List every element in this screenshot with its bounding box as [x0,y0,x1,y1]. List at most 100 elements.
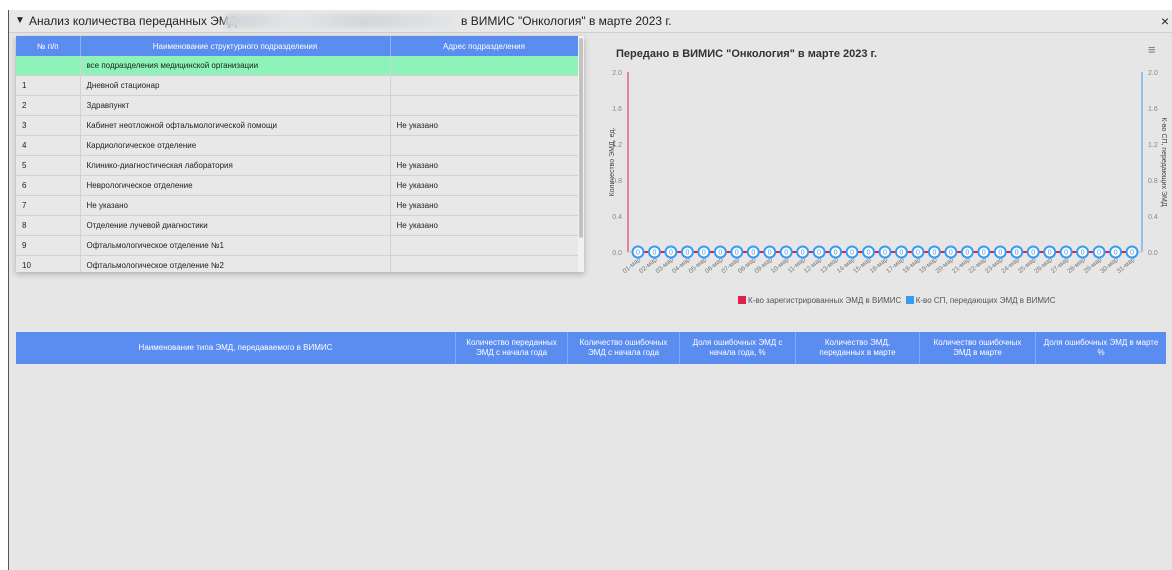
data-label: 0 [1081,250,1085,257]
cell-num: 10 [16,255,81,272]
cell-num: 7 [16,195,81,216]
data-label: 0 [751,250,755,257]
cell-num: 1 [16,75,81,96]
y-tick-label-right: 0.8 [1148,178,1158,185]
cell-address [390,75,579,96]
table-row[interactable]: 6 Неврологическое отделение Не указано [16,175,579,196]
cell-num: 9 [16,235,81,256]
cell-name: Клинико-диагностическая лаборатория [80,155,391,176]
y-tick-label-left: 0.4 [612,214,622,221]
col-header-num[interactable]: № п/п [16,36,81,56]
cell-address: Не указано [390,155,579,176]
close-icon[interactable]: × [1161,10,1169,32]
cell-address: Не указано [390,195,579,216]
data-label: 0 [834,250,838,257]
data-label: 0 [1114,250,1118,257]
x-tick-label: 31-мар [1116,256,1137,275]
legend-item-sp[interactable]: К-во СП, передающих ЭМД в ВИМИС [916,296,1056,305]
col-header-address[interactable]: Адрес подразделения [390,36,579,56]
cell-name: Отделение лучевой диагностики [80,215,391,236]
col-header-error-share-march[interactable]: Доля ошибочных ЭМД в марте % [1036,332,1166,364]
cell-address [390,235,579,256]
window-titlebar: ▼ Анализ количества переданных ЭМД в ВИМ… [9,10,1172,33]
legend-item-emd[interactable]: К-во зарегистрированных ЭМД в ВИМИС [748,296,901,305]
col-header-errors-march[interactable]: Количество ошибочных ЭМД в марте [920,332,1036,364]
cell-name: Дневной стационар [80,75,391,96]
data-label: 0 [867,250,871,257]
table-row[interactable]: 3 Кабинет неотложной офтальмологической п… [16,115,579,136]
redacted-org-name [225,14,459,28]
subdivision-table-panel: № п/п Наименование структурного подразде… [16,36,584,272]
y-tick-label-left: 0.0 [612,250,622,257]
cell-name: Кардиологическое отделение [80,135,391,156]
cell-num: 6 [16,175,81,196]
data-label: 0 [718,250,722,257]
collapse-icon[interactable]: ▼ [15,10,25,32]
table-scrollbar[interactable] [578,36,584,272]
data-label: 0 [702,250,706,257]
legend-swatch-blue [905,296,914,304]
data-label: 0 [784,250,788,257]
menu-icon[interactable]: ≡ [1148,42,1156,57]
y-tick-label-left: 2.0 [612,70,622,77]
cell-name: Не указано [80,195,391,216]
data-label: 0 [685,250,689,257]
table-row-all[interactable]: все подразделения медицинской организаци… [16,56,579,76]
x-tick-label: 10-мар [770,256,791,275]
cell-num: 8 [16,215,81,236]
data-label: 0 [1097,250,1101,257]
y-tick-label-right: 0.0 [1148,250,1158,257]
y-tick-label-right: 1.6 [1148,106,1158,113]
data-label: 0 [949,250,953,257]
data-label: 0 [982,250,986,257]
cell-name: Неврологическое отделение [80,175,391,196]
data-label: 0 [850,250,854,257]
y-tick-label-right: 2.0 [1148,70,1158,77]
col-header-sent-ytd[interactable]: Количество переданных ЭМД с начала года [456,332,568,364]
cell-num: 2 [16,95,81,116]
cell-num: 5 [16,155,81,176]
table-row[interactable]: 4 Кардиологическое отделение [16,135,579,156]
cell-num: 4 [16,135,81,156]
cell-address: Не указано [390,175,579,196]
y-axis-label-left: Количество ЭМД, ед. [609,128,616,197]
cell-num: 3 [16,115,81,136]
cell-name: Кабинет неотложной офтальмологической по… [80,115,391,136]
cell-address [390,135,579,156]
chart-title: Передано в ВИМИС "Онкология" в марте 202… [616,48,878,60]
y-tick-label-right: 0.4 [1148,214,1158,221]
data-label: 0 [932,250,936,257]
chart-legend: К-во зарегистрированных ЭМД в ВИМИС К-во… [738,296,1056,305]
data-label: 0 [998,250,1002,257]
cell-name: Офтальмологическое отделение №1 [80,235,391,256]
scrollbar-thumb[interactable] [579,38,583,238]
window-title-right: в ВИМИС "Онкология" в марте 2023 г. [461,14,672,28]
col-header-errors-ytd[interactable]: Количество ошибочных ЭМД с начала года [568,332,680,364]
col-header-emd-type[interactable]: Наименование типа ЭМД, передаваемого в В… [16,332,456,364]
window-title-left: Анализ количества переданных ЭМД [29,14,237,28]
col-header-name[interactable]: Наименование структурного подразделения [80,36,391,56]
data-label: 0 [916,250,920,257]
cell-address: Не указано [390,215,579,236]
table-row[interactable]: 1 Дневной стационар [16,75,579,96]
data-label: 0 [965,250,969,257]
col-header-sent-march[interactable]: Количество ЭМД, переданных в марте [796,332,920,364]
table-row[interactable]: 7 Не указано Не указано [16,195,579,216]
data-label: 0 [817,250,821,257]
data-label: 0 [1064,250,1068,257]
data-label: 0 [768,250,772,257]
y-axis-label-right: К-во СП, передающих ЭМД [1160,117,1167,206]
legend-swatch-red [738,296,746,304]
table-row[interactable]: 10 Офтальмологическое отделение №2 [16,255,579,272]
y-tick-label-left: 1.6 [612,106,622,113]
table-row[interactable]: 9 Офтальмологическое отделение №1 [16,235,579,256]
table-row[interactable]: 2 Здравпункт [16,95,579,116]
table-row[interactable]: 8 Отделение лучевой диагностики Не указано [16,215,579,236]
data-label: 0 [883,250,887,257]
table-row[interactable]: 5 Клинико-диагностическая лаборатория Не у… [16,155,579,176]
y-tick-label-right: 1.2 [1148,142,1158,149]
line-chart: 0.0 0.00.4 0.40.8 0.81.2 1.21.6 1.62.0 2.0Коли… [609,70,1167,275]
cell-address: Не указано [390,115,579,136]
col-header-error-share-ytd[interactable]: Доля ошибочных ЭМД с начала года, % [680,332,796,364]
data-label: 0 [1031,250,1035,257]
